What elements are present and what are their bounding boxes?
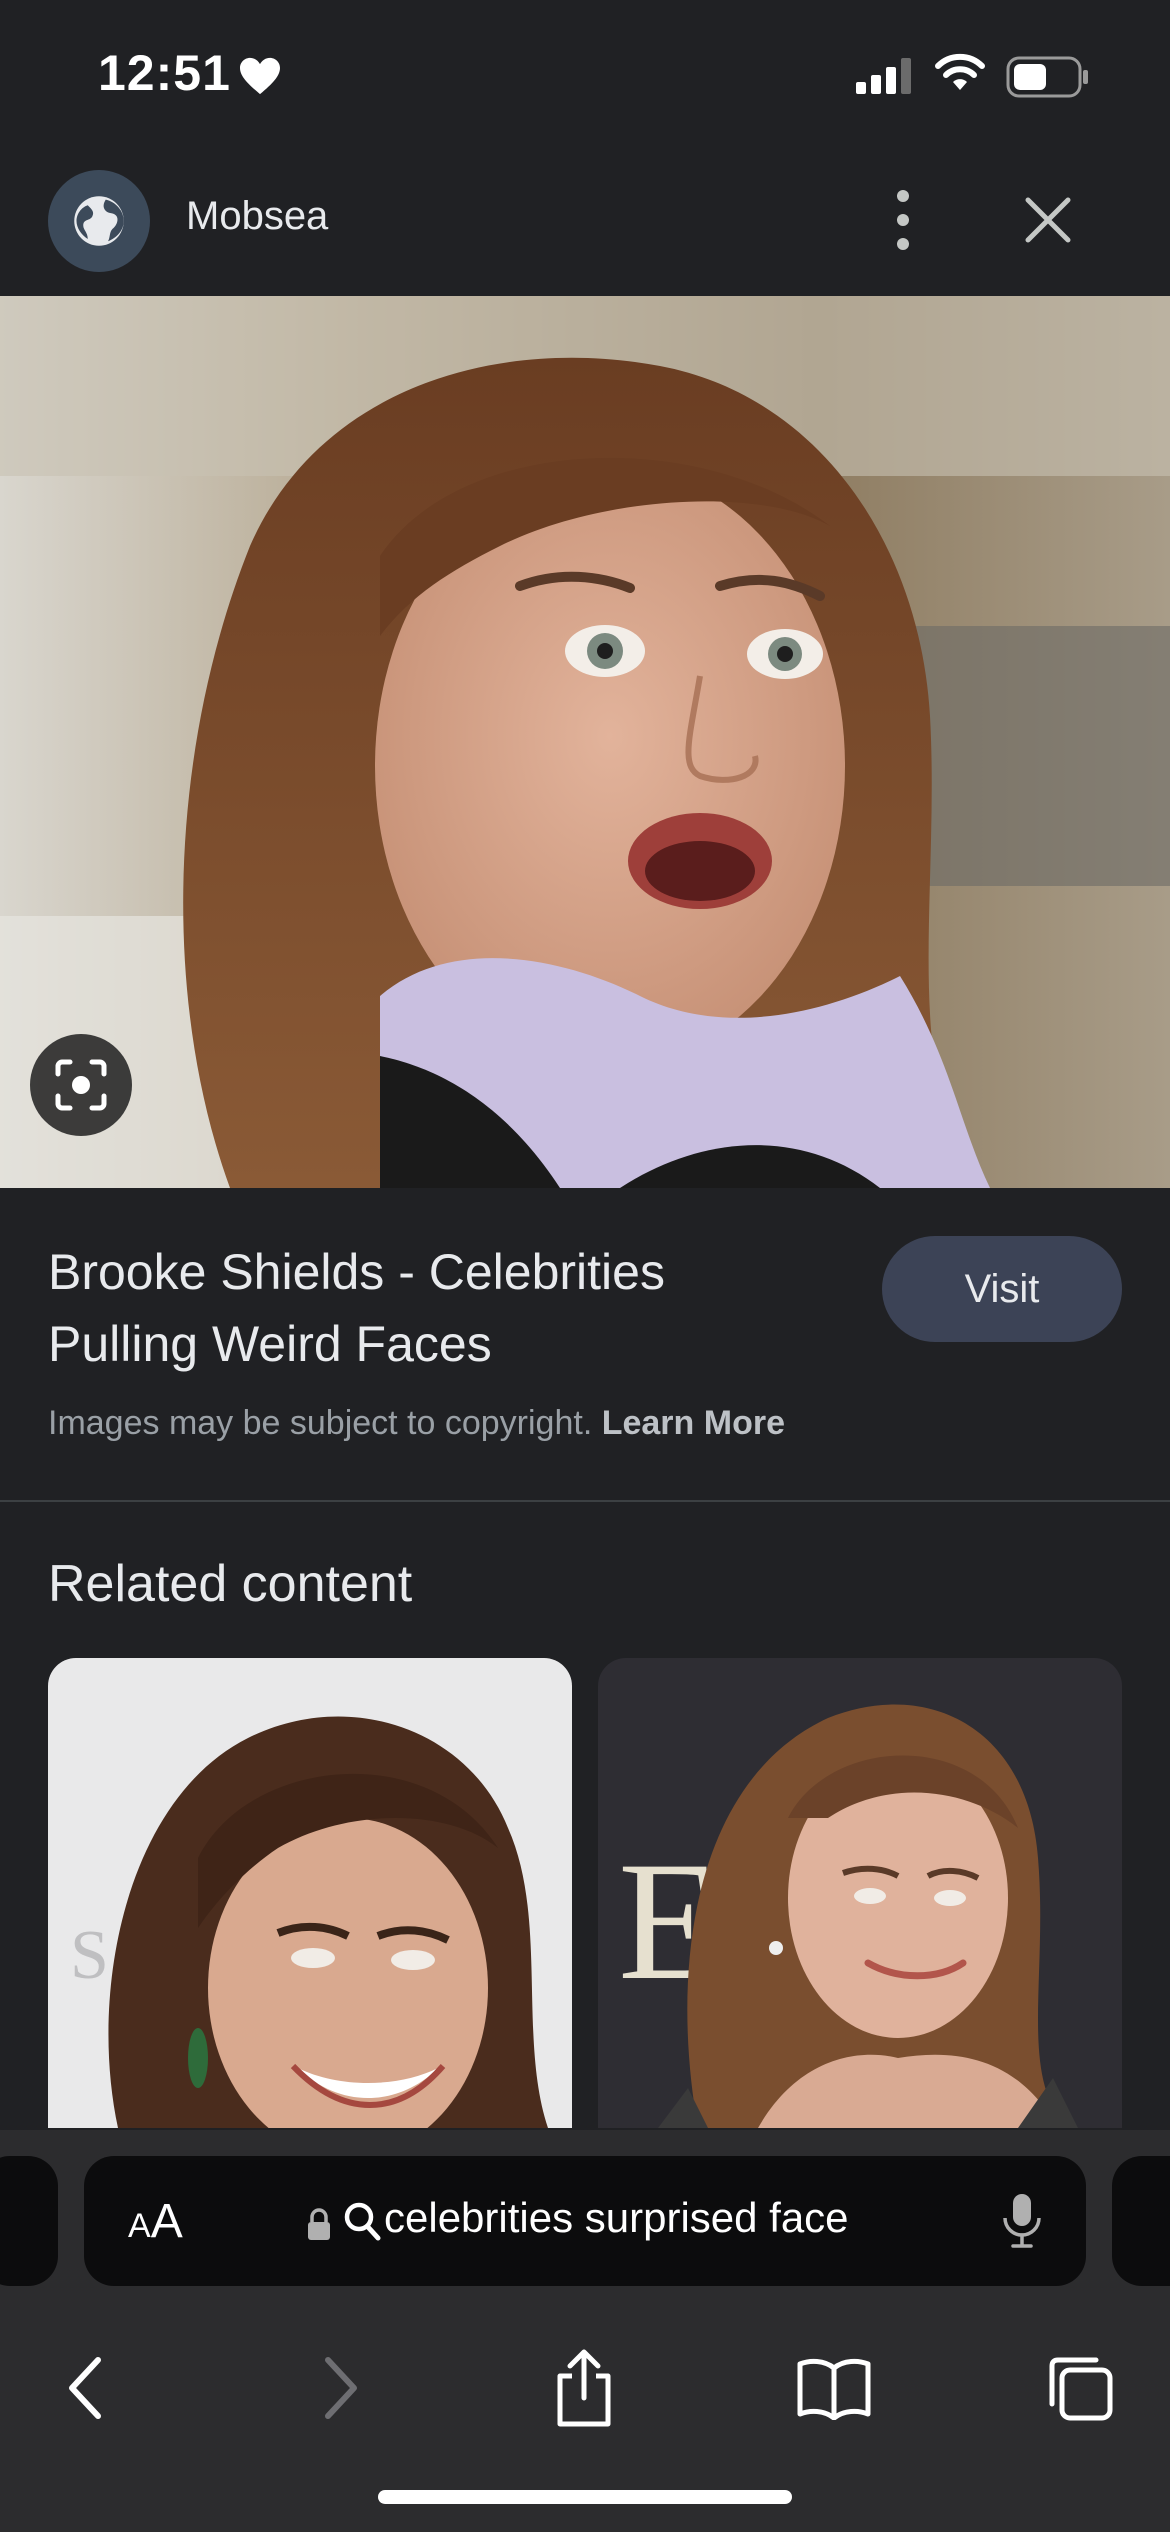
browser-toolbar: AA celebrities surprised face xyxy=(0,2130,1170,2532)
site-favicon xyxy=(48,170,150,272)
result-title[interactable]: Brooke Shields - Celebrities Pulling Wei… xyxy=(48,1236,808,1380)
back-icon xyxy=(69,2357,101,2419)
result-image[interactable] xyxy=(0,296,1170,1188)
lens-scan-icon xyxy=(55,1059,107,1111)
wifi-icon xyxy=(935,53,985,90)
tabs-icon xyxy=(1049,2357,1113,2421)
share-icon xyxy=(557,2349,611,2427)
lens-search-button[interactable] xyxy=(30,1034,132,1136)
address-bar[interactable]: AA celebrities surprised face xyxy=(84,2156,1086,2286)
related-content-heading: Related content xyxy=(48,1555,413,1613)
bookmarks-button[interactable] xyxy=(784,2338,884,2438)
related-thumbnail[interactable]: E xyxy=(598,1658,1122,2128)
heart-icon xyxy=(240,57,280,95)
forward-button[interactable] xyxy=(290,2338,390,2438)
site-name[interactable]: Mobsea xyxy=(186,194,328,239)
related-photo: E xyxy=(598,1658,1122,2128)
forward-icon xyxy=(325,2357,357,2419)
related-photo: S xyxy=(48,1658,572,2128)
text-size-button[interactable]: AA xyxy=(128,2194,183,2249)
globe-icon xyxy=(74,196,124,246)
status-bar: 12:51 xyxy=(0,0,1170,150)
divider xyxy=(0,1500,1170,1502)
share-button[interactable] xyxy=(534,2338,634,2438)
status-time: 12:51 xyxy=(98,45,231,101)
home-indicator xyxy=(378,2490,792,2504)
url-text[interactable]: celebrities surprised face xyxy=(384,2194,849,2242)
cellular-signal-icon xyxy=(856,58,911,94)
more-vertical-icon[interactable] xyxy=(878,180,928,260)
next-tab-preview[interactable] xyxy=(1112,2156,1170,2286)
lock-icon xyxy=(308,2208,330,2240)
svg-text:S: S xyxy=(70,1917,109,1994)
browser-nav-row xyxy=(0,2330,1170,2450)
search-icon xyxy=(344,2202,381,2241)
copyright-text: Images may be subject to copyright. xyxy=(48,1404,593,1442)
previous-tab-preview[interactable] xyxy=(0,2156,58,2286)
learn-more-link[interactable]: Learn More xyxy=(602,1404,785,1442)
back-button[interactable] xyxy=(36,2338,136,2438)
bookmarks-icon xyxy=(797,2358,871,2420)
related-thumbnail[interactable]: S xyxy=(48,1658,572,2128)
battery-icon xyxy=(1006,56,1088,98)
result-photo xyxy=(0,296,1170,1188)
tabs-button[interactable] xyxy=(1030,2338,1130,2438)
visit-button[interactable]: Visit xyxy=(882,1236,1122,1342)
close-icon[interactable] xyxy=(1018,190,1078,250)
viewer-header: Mobsea xyxy=(0,150,1170,296)
copyright-notice: Images may be subject to copyright. Lear… xyxy=(48,1404,785,1443)
microphone-icon[interactable] xyxy=(1000,2192,1044,2250)
